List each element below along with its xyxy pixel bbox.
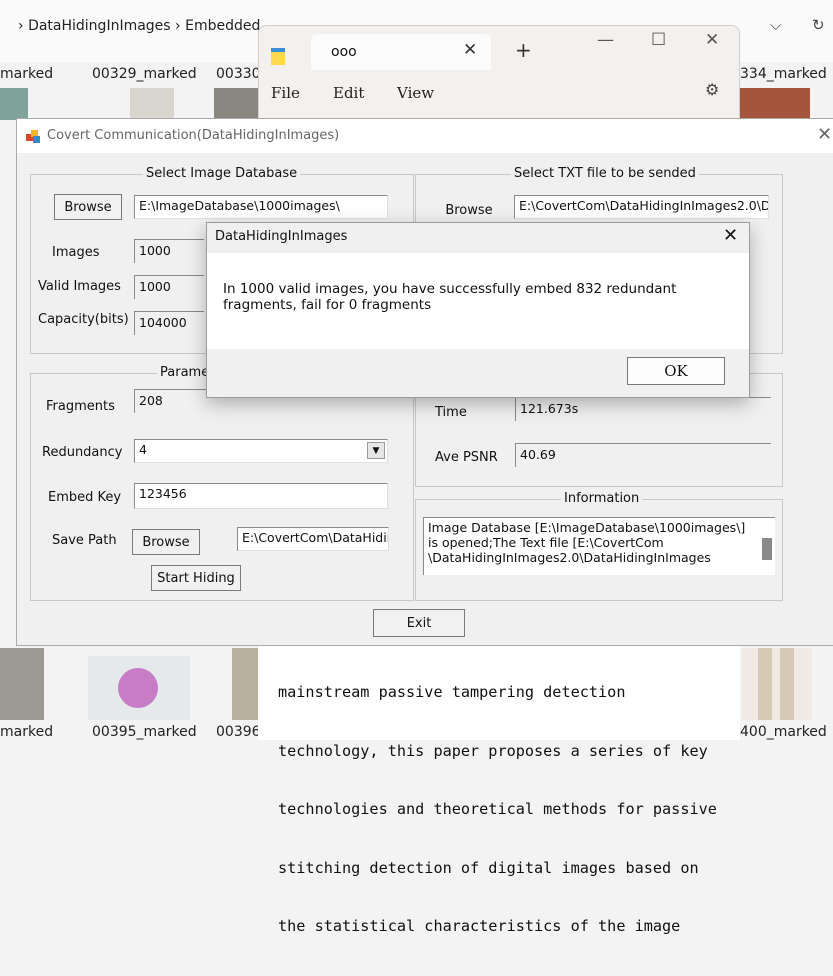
image-thumbnail[interactable] <box>0 648 44 720</box>
gear-icon[interactable]: ⚙ <box>705 80 719 99</box>
time-value: 121.673s <box>515 397 771 421</box>
image-thumbnail[interactable] <box>232 648 258 720</box>
notepad-text: mainstream passive tampering detection t… <box>278 644 738 976</box>
txt-path-field[interactable]: E:\CovertCom\DataHidingInImages2.0\Da <box>514 195 769 219</box>
images-label: Images <box>52 245 100 260</box>
close-icon[interactable]: ✕ <box>723 225 738 246</box>
ok-button[interactable]: OK <box>627 357 725 385</box>
file-name[interactable]: 334_marked <box>740 66 827 82</box>
notepad-text-area[interactable]: mainstream passive tampering detection t… <box>258 636 740 935</box>
image-db-path-field[interactable]: E:\ImageDatabase\1000images\ <box>134 195 388 219</box>
app-titlebar: Covert Communication(DataHidingInImages)… <box>17 119 833 153</box>
save-path-label: Save Path <box>52 533 117 548</box>
text-line: stitching detection of digital images ba… <box>278 858 699 877</box>
image-thumbnail[interactable] <box>130 88 174 120</box>
dialog-body: In 1000 valid images, you have successfu… <box>207 253 749 349</box>
notepad-icon <box>271 48 285 65</box>
capacity-label: Capacity(bits) <box>38 312 129 327</box>
ave-psnr-label: Ave PSNR <box>435 450 498 465</box>
file-name[interactable]: 00395_marked <box>92 724 197 740</box>
fragments-value: 208 <box>134 389 214 413</box>
image-thumbnail[interactable] <box>740 88 810 120</box>
images-count: 1000 <box>134 239 204 263</box>
group-label: Parame <box>157 365 213 380</box>
image-thumbnail[interactable] <box>214 88 258 120</box>
chevron-down-icon[interactable]: ⌵ <box>770 16 781 34</box>
fragments-label: Fragments <box>46 399 115 414</box>
capacity-value: 104000 <box>134 311 204 335</box>
close-icon[interactable]: ✕ <box>705 30 719 50</box>
image-thumbnail[interactable] <box>742 648 812 720</box>
menu-view[interactable]: View <box>397 84 434 102</box>
text-line: the statistical characteristics of the i… <box>278 917 681 935</box>
image-thumbnail[interactable] <box>0 88 28 120</box>
new-tab-icon[interactable]: + <box>515 38 532 62</box>
valid-images-label: Valid Images <box>38 279 121 294</box>
embed-key-label: Embed Key <box>48 490 122 505</box>
save-path-field[interactable]: E:\CovertCom\DataHidin <box>237 527 389 551</box>
shirt-shape <box>118 668 158 708</box>
redundancy-label: Redundancy <box>42 445 123 460</box>
file-name[interactable]: marked <box>0 724 53 740</box>
browse-txt-button[interactable]: Browse <box>435 197 503 223</box>
ave-psnr-value: 40.69 <box>515 443 771 467</box>
dropdown-arrow-icon[interactable]: ▼ <box>367 442 385 459</box>
group-label: Information <box>561 491 643 506</box>
trouser-leg <box>780 648 794 720</box>
text-line: technology, this paper proposes a series… <box>278 741 708 760</box>
group-label: Select Image Database <box>143 166 301 181</box>
chevron-right-icon: › <box>18 18 24 34</box>
time-label: Time <box>435 405 467 420</box>
close-icon[interactable]: ✕ <box>463 40 477 60</box>
dialog-title: DataHidingInImages <box>215 229 348 244</box>
redundancy-value: 4 <box>139 442 147 457</box>
text-line: mainstream passive tampering detection <box>278 683 626 701</box>
valid-images-count: 1000 <box>134 275 204 299</box>
notepad-window: ooo ✕ + — ☐ ✕ File Edit View ⚙ <box>258 25 740 125</box>
chevron-right-icon: › <box>175 18 181 34</box>
message-dialog: DataHidingInImages ✕ In 1000 valid image… <box>206 222 750 398</box>
refresh-icon[interactable]: ↻ <box>812 16 825 34</box>
browse-image-db-button[interactable]: Browse <box>54 194 122 220</box>
app-icon <box>26 130 40 143</box>
breadcrumb-item[interactable]: Embedded <box>185 18 260 34</box>
file-name[interactable]: 00330 <box>216 66 261 82</box>
exit-button[interactable]: Exit <box>373 609 465 637</box>
image-thumbnail[interactable] <box>88 656 190 720</box>
menu-file[interactable]: File <box>271 84 300 102</box>
file-name[interactable]: 00396 <box>216 724 261 740</box>
information-text-box[interactable]: Image Database [E:\ImageDatabase\1000ima… <box>423 517 775 575</box>
group-label: Select TXT file to be sended <box>511 166 699 181</box>
tab-title: ooo <box>331 44 357 60</box>
file-name[interactable]: 400_marked <box>740 724 827 740</box>
breadcrumb: › DataHidingInImages › Embedded <box>18 18 260 34</box>
embed-key-field[interactable]: 123456 <box>134 483 388 509</box>
file-name[interactable]: 00329_marked <box>92 66 197 82</box>
maximize-icon[interactable]: ☐ <box>651 30 666 50</box>
information-text: Image Database [E:\ImageDatabase\1000ima… <box>428 520 746 565</box>
menu-edit[interactable]: Edit <box>333 84 364 102</box>
minimize-icon[interactable]: — <box>597 30 614 50</box>
file-name[interactable]: marked <box>0 66 53 82</box>
scrollbar-thumb[interactable] <box>762 538 772 560</box>
window-title: Covert Communication(DataHidingInImages) <box>47 128 340 143</box>
close-icon[interactable]: ✕ <box>817 124 832 145</box>
dialog-message: In 1000 valid images, you have successfu… <box>223 281 677 313</box>
start-hiding-button[interactable]: Start Hiding <box>151 565 241 591</box>
redundancy-select[interactable]: 4 ▼ <box>134 439 388 463</box>
text-line: technologies and theoretical methods for… <box>278 800 717 818</box>
browse-save-path-button[interactable]: Browse <box>132 529 200 555</box>
trouser-leg <box>758 648 772 720</box>
breadcrumb-item[interactable]: DataHidingInImages <box>28 18 171 34</box>
notepad-tab[interactable]: ooo ✕ <box>311 34 491 70</box>
